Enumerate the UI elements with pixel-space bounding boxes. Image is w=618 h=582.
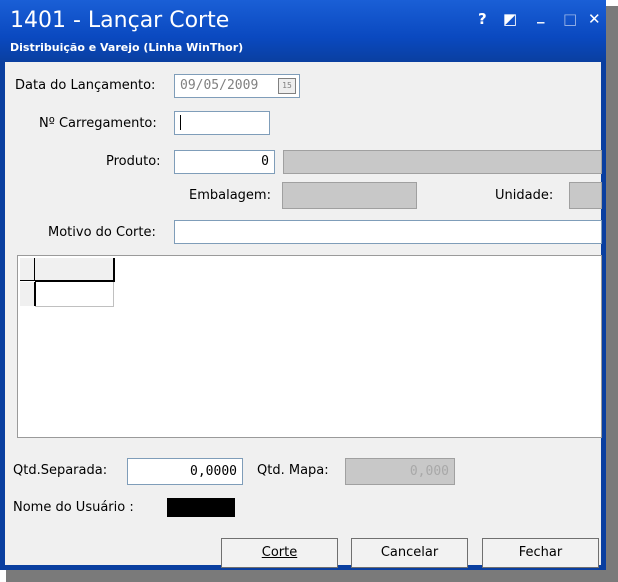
corte-button-label: Corte bbox=[261, 545, 298, 560]
cancelar-button-label: Cancelar bbox=[380, 545, 439, 560]
restore-icon[interactable]: ◩ bbox=[503, 10, 517, 28]
produto-description-field bbox=[283, 150, 602, 174]
motivo-label: Motivo do Corte: bbox=[48, 225, 156, 240]
carregamento-input[interactable] bbox=[174, 111, 270, 135]
embalagem-label: Embalagem: bbox=[189, 188, 271, 203]
qtd-mapa-label: Qtd. Mapa: bbox=[257, 463, 329, 478]
qtd-separada-label: Qtd.Separada: bbox=[13, 463, 108, 478]
window: 1401 - Lançar Corte Distribuição e Varej… bbox=[0, 0, 606, 570]
text-cursor bbox=[180, 115, 181, 130]
usuario-value bbox=[167, 498, 235, 517]
data-lancamento-field[interactable]: 09/05/2009 15 bbox=[174, 74, 300, 98]
fechar-button[interactable]: Fechar bbox=[482, 538, 599, 568]
unidade-label: Unidade: bbox=[495, 188, 554, 203]
usuario-label: Nome do Usuário : bbox=[13, 500, 134, 515]
fechar-button-label: Fechar bbox=[518, 545, 563, 560]
maximize-icon[interactable]: □ bbox=[563, 10, 577, 28]
close-icon[interactable]: ✕ bbox=[588, 10, 601, 28]
minimize-icon[interactable]: _ bbox=[537, 6, 545, 24]
calendar-icon[interactable]: 15 bbox=[278, 78, 296, 94]
qtd-mapa-field: 0,000 bbox=[345, 458, 455, 485]
produto-code-input[interactable]: 0 bbox=[174, 150, 275, 174]
grid-header-cell[interactable] bbox=[35, 258, 115, 282]
cancelar-button[interactable]: Cancelar bbox=[351, 538, 468, 568]
data-grid[interactable] bbox=[17, 255, 602, 438]
carregamento-label: Nº Carregamento: bbox=[39, 116, 157, 131]
title-bar[interactable]: 1401 - Lançar Corte Distribuição e Varej… bbox=[0, 0, 606, 62]
window-subtitle: Distribuição e Varejo (Linha WinThor) bbox=[10, 41, 244, 54]
grid-corner-cell bbox=[20, 258, 35, 281]
produto-label: Produto: bbox=[106, 154, 161, 169]
window-title: 1401 - Lançar Corte bbox=[10, 8, 230, 33]
qtd-separada-input[interactable]: 0,0000 bbox=[127, 458, 243, 485]
help-icon[interactable]: ? bbox=[478, 10, 487, 28]
data-lancamento-value: 09/05/2009 bbox=[180, 78, 259, 93]
grid-row-indicator[interactable] bbox=[20, 282, 36, 306]
form-area: Data do Lançamento: 09/05/2009 15 Nº Car… bbox=[5, 62, 602, 568]
corte-button[interactable]: Corte bbox=[221, 538, 338, 568]
grid-cell[interactable] bbox=[35, 282, 114, 307]
data-lancamento-label: Data do Lançamento: bbox=[15, 78, 156, 93]
motivo-input[interactable] bbox=[174, 220, 602, 244]
unidade-field bbox=[569, 182, 602, 209]
embalagem-field bbox=[282, 182, 417, 209]
